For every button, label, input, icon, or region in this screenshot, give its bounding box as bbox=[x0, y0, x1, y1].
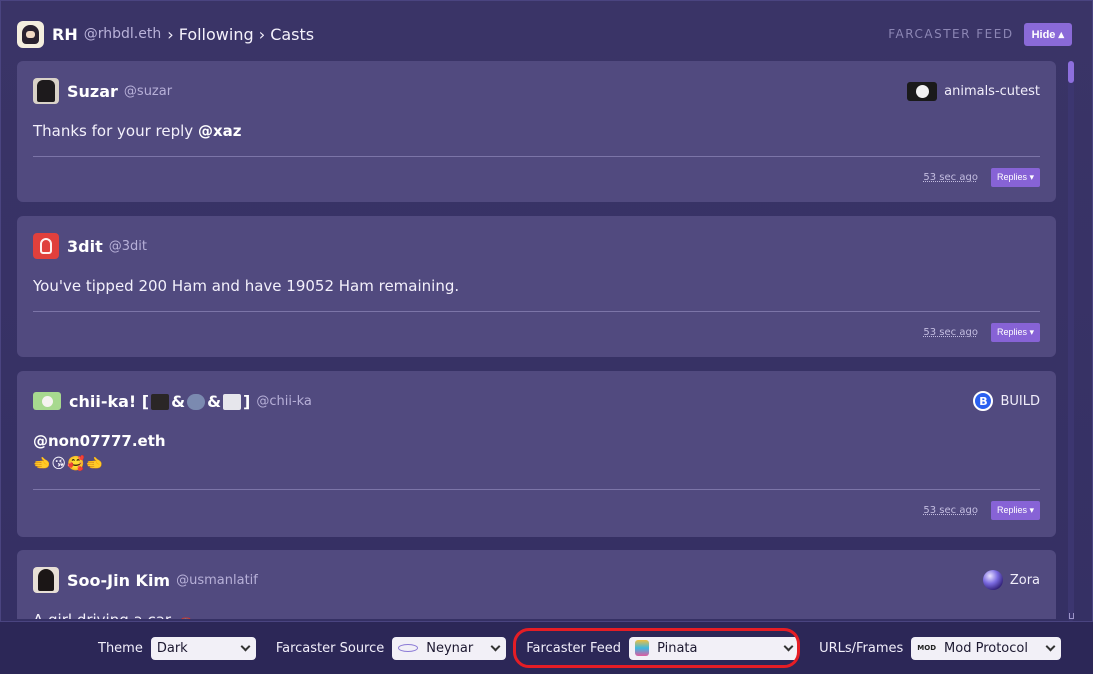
author-handle[interactable]: @suzar bbox=[124, 84, 172, 99]
author-handle[interactable]: @3dit bbox=[109, 239, 147, 254]
author-avatar[interactable] bbox=[33, 567, 59, 593]
author-avatar[interactable] bbox=[33, 78, 59, 104]
urls-label: URLs/Frames bbox=[819, 640, 904, 656]
feed-header: RH @rhbdl.eth › Following › Casts FARCAS… bbox=[17, 19, 1072, 49]
user-avatar[interactable] bbox=[17, 20, 44, 48]
mention-link[interactable]: @non07777.eth bbox=[33, 432, 166, 450]
chevron-down-icon bbox=[240, 641, 251, 651]
author-avatar[interactable] bbox=[33, 233, 59, 259]
urls-control: URLs/Frames MOD Mod Protocol bbox=[819, 636, 1062, 660]
channel-name: BUILD bbox=[1000, 393, 1040, 409]
channel-tag[interactable]: animals-cutest bbox=[907, 81, 1040, 101]
source-value: Neynar bbox=[426, 640, 474, 656]
theme-label: Theme bbox=[98, 640, 143, 656]
cast-card[interactable]: Soo-Jin Kim @usmanlatif Zora A girl driv… bbox=[17, 550, 1056, 619]
cast-card[interactable]: 3dit @3dit You've tipped 200 Ham and hav… bbox=[17, 216, 1056, 357]
cast-timestamp[interactable]: 53 sec ago bbox=[923, 172, 978, 183]
replies-button[interactable]: Replies ▾ bbox=[990, 322, 1040, 342]
source-control: Farcaster Source Neynar bbox=[275, 636, 507, 660]
people-icon bbox=[187, 393, 206, 410]
chevron-down-icon bbox=[1045, 641, 1056, 651]
cast-text: A girl driving a car 🚗 bbox=[33, 609, 1040, 619]
feed-title: FARCASTER FEED bbox=[888, 27, 1014, 41]
theme-select[interactable]: Dark bbox=[150, 636, 256, 660]
mention-link[interactable]: @xaz bbox=[198, 122, 242, 140]
user-handle[interactable]: @rhbdl.eth bbox=[84, 26, 161, 42]
cast-card[interactable]: Suzar @suzar animals-cutest Thanks for y… bbox=[17, 61, 1056, 202]
chevron-down-icon bbox=[490, 641, 501, 651]
panda-icon bbox=[907, 81, 938, 101]
cast-timestamp[interactable]: 53 sec ago bbox=[923, 505, 978, 516]
neynar-icon bbox=[398, 644, 419, 652]
author-handle[interactable]: @chii-ka bbox=[256, 394, 312, 409]
scrollbar[interactable] bbox=[1068, 61, 1074, 621]
theme-value: Dark bbox=[156, 640, 188, 656]
source-select[interactable]: Neynar bbox=[392, 636, 507, 660]
cast-timestamp[interactable]: 53 sec ago bbox=[923, 327, 978, 338]
cast-text: You've tipped 200 Ham and have 19052 Ham… bbox=[33, 277, 460, 295]
channel-name: animals-cutest bbox=[944, 83, 1040, 99]
replies-button[interactable]: Replies ▾ bbox=[990, 500, 1040, 520]
author-name[interactable]: Soo-Jin Kim bbox=[67, 571, 170, 590]
author-name[interactable]: 3dit bbox=[67, 237, 103, 256]
feed-highlight-annotation bbox=[513, 628, 800, 668]
urls-select[interactable]: MOD Mod Protocol bbox=[911, 636, 1062, 660]
author-name[interactable]: chii-ka! [& &] bbox=[69, 392, 250, 411]
farcaster-feed-panel: RH @rhbdl.eth › Following › Casts FARCAS… bbox=[0, 0, 1093, 622]
channel-tag[interactable]: B BUILD bbox=[973, 391, 1040, 411]
scroll-end-marker bbox=[1069, 613, 1074, 619]
source-label: Farcaster Source bbox=[275, 640, 385, 656]
emoji-text: 🫲😘🥰🫲 bbox=[33, 456, 104, 472]
author-name[interactable]: Suzar bbox=[67, 82, 118, 101]
cast-list[interactable]: Suzar @suzar animals-cutest Thanks for y… bbox=[17, 61, 1057, 619]
mod-icon: MOD bbox=[917, 644, 937, 652]
author-avatar[interactable] bbox=[33, 392, 61, 410]
urls-value: Mod Protocol bbox=[944, 640, 1028, 656]
document-icon bbox=[223, 393, 242, 410]
author-handle[interactable]: @usmanlatif bbox=[176, 573, 258, 588]
zora-icon bbox=[982, 570, 1003, 590]
cast-text: @non07777.eth 🫲😘🥰🫲 bbox=[33, 430, 1040, 475]
cast-text: Thanks for your reply @xaz bbox=[33, 122, 242, 140]
replies-button[interactable]: Replies ▾ bbox=[990, 167, 1040, 187]
top-hat-icon bbox=[151, 393, 170, 410]
hide-button[interactable]: Hide ▴ bbox=[1023, 22, 1072, 46]
channel-name: Zora bbox=[1009, 572, 1040, 588]
theme-control: Theme Dark bbox=[98, 636, 256, 660]
user-name[interactable]: RH bbox=[52, 25, 78, 44]
channel-tag[interactable]: Zora bbox=[982, 570, 1040, 590]
breadcrumb: › Following › Casts bbox=[167, 24, 315, 44]
cast-card[interactable]: chii-ka! [& &] @chii-ka B BUILD @non07777… bbox=[17, 371, 1056, 537]
scrollbar-thumb[interactable] bbox=[1068, 61, 1074, 83]
build-icon: B bbox=[973, 391, 994, 411]
